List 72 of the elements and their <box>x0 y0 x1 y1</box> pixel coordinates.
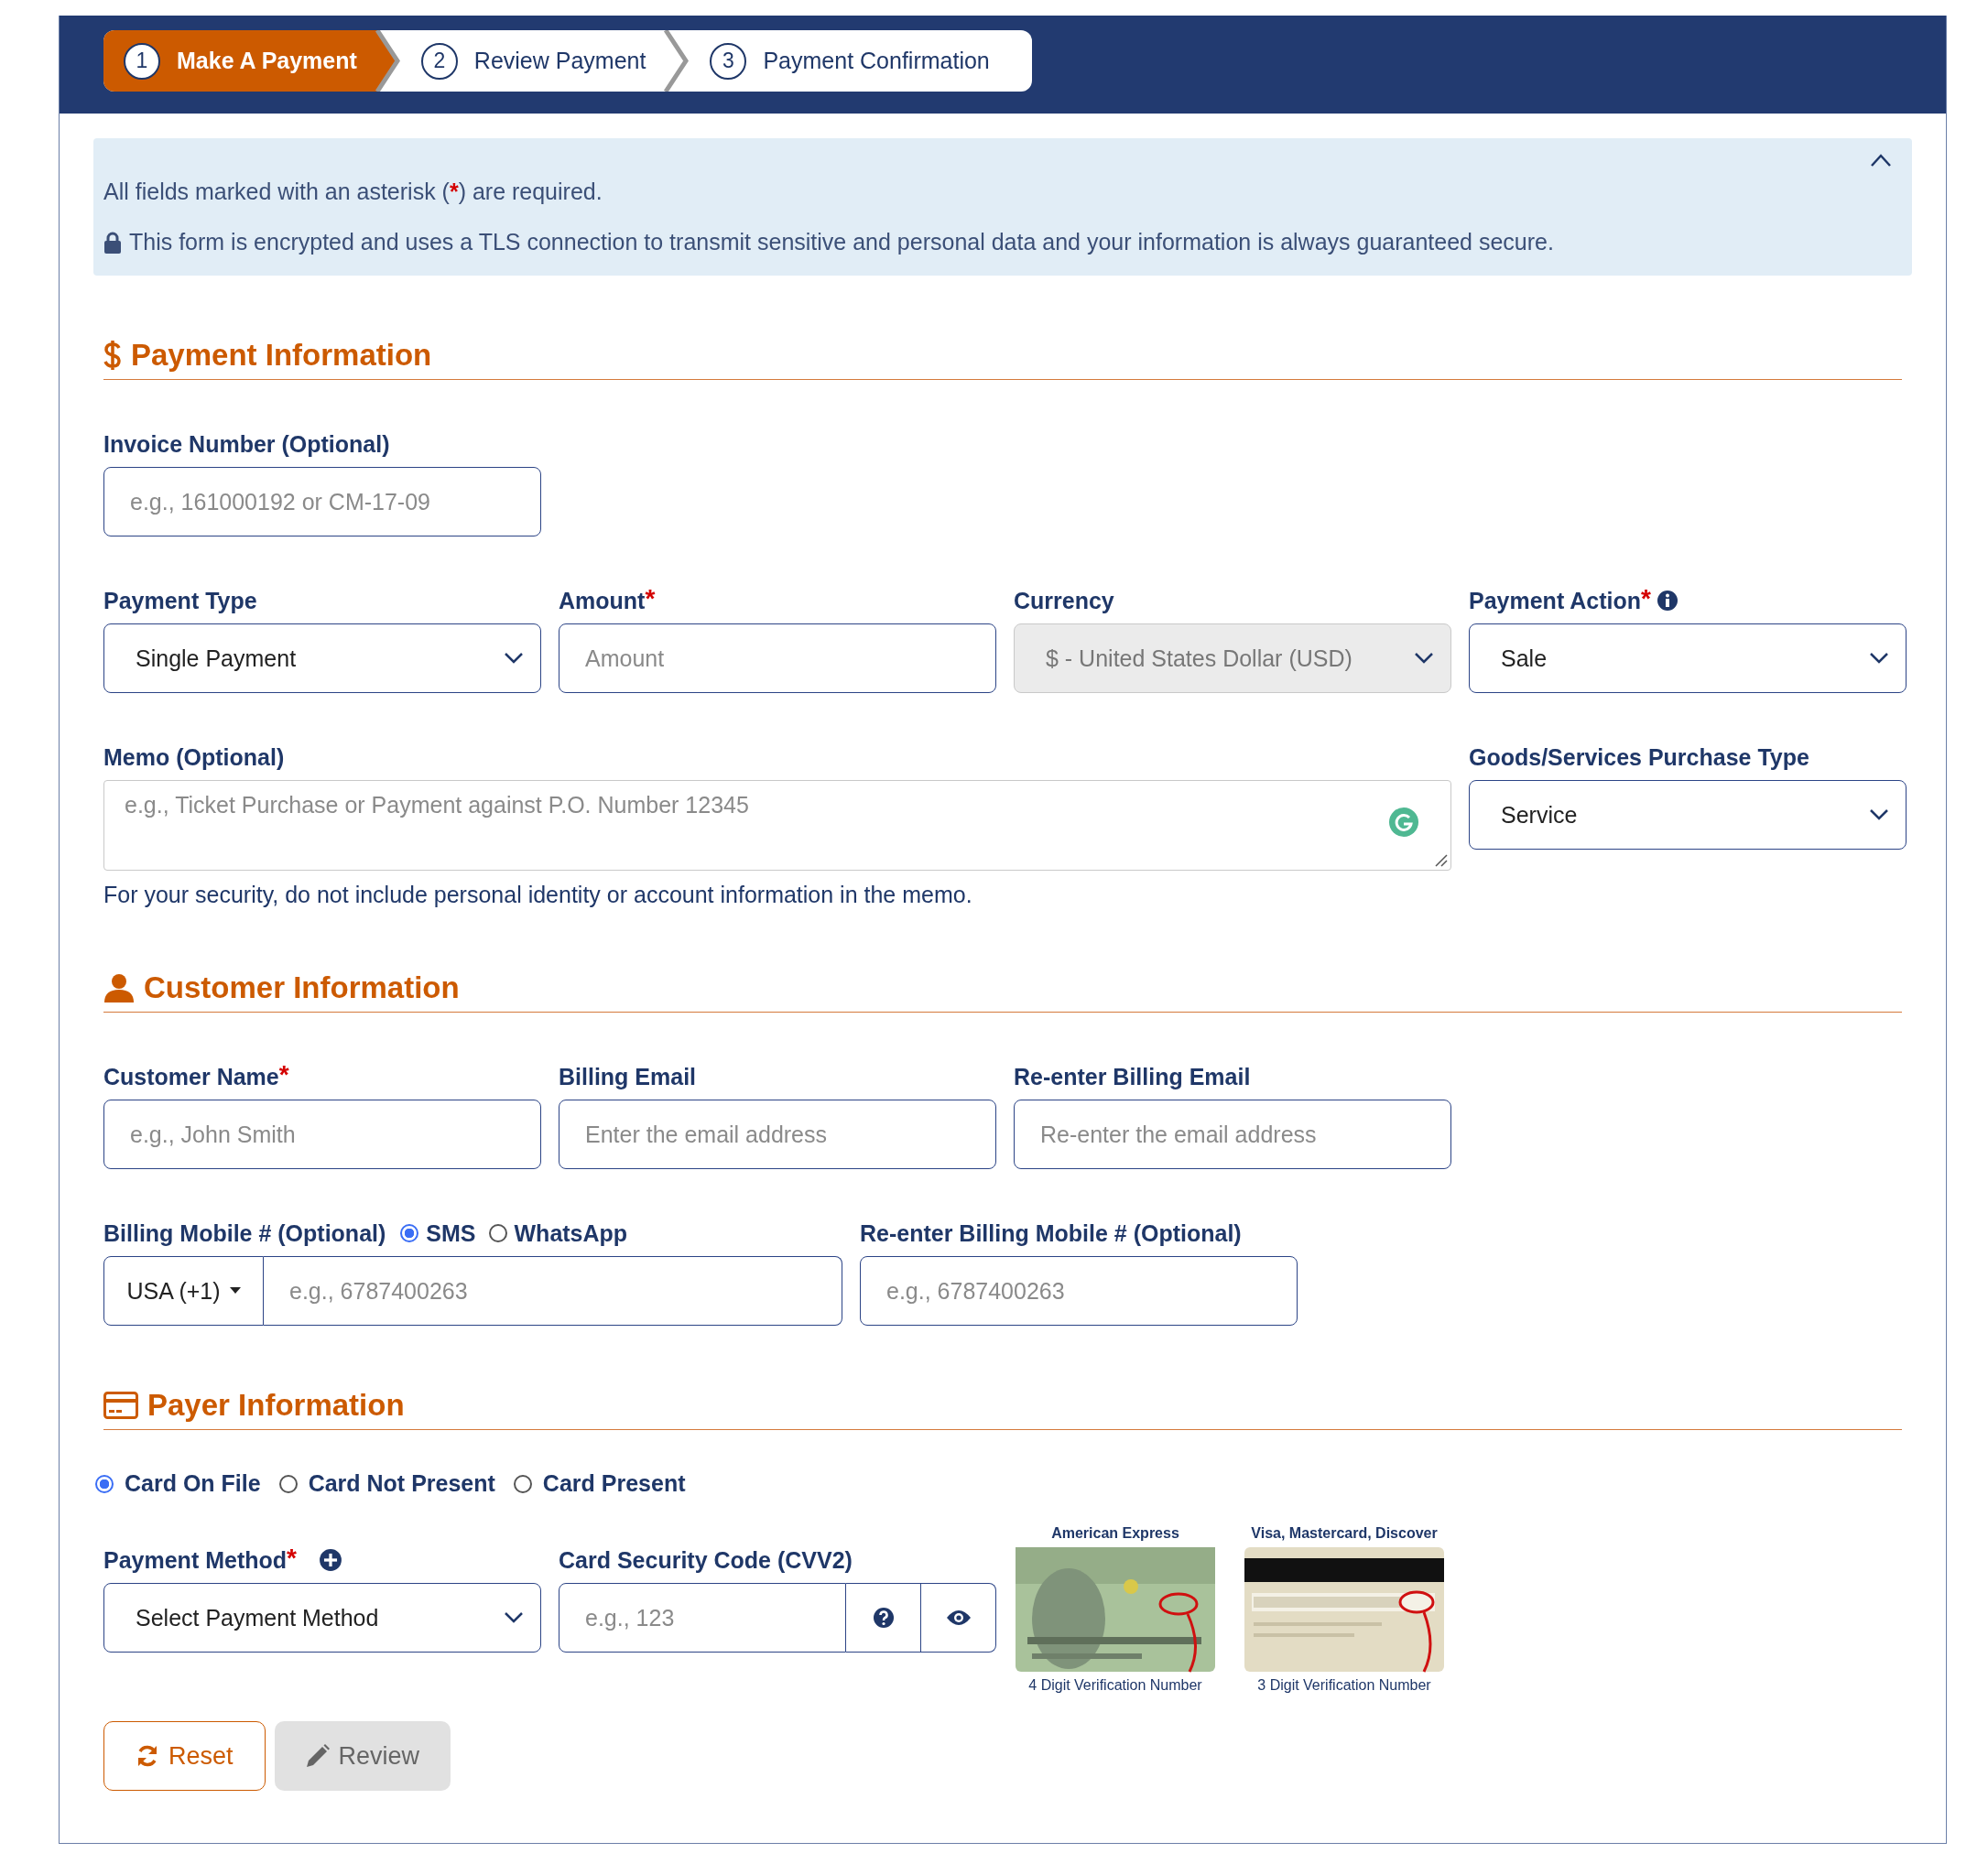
field-label: Payment Type <box>103 587 257 614</box>
lock-icon <box>103 231 122 254</box>
radio-option[interactable]: SMS <box>400 1219 476 1247</box>
required-note: All fields marked with an asterisk (*) are required. <box>103 179 603 205</box>
step-number: 1 <box>124 42 160 80</box>
chevron-down-icon <box>504 652 524 665</box>
help-icon <box>872 1607 895 1629</box>
card-caption: 4 Digit Verification Number <box>1028 1677 1202 1694</box>
field-label: Re-enter Billing Mobile # (Optional) <box>860 1219 1242 1247</box>
field-label: Billing Mobile # (Optional) <box>103 1219 386 1247</box>
step-separator <box>373 30 401 92</box>
required-asterisk: * <box>278 1062 289 1088</box>
text-field[interactable]: e.g., John Smith <box>103 1100 541 1169</box>
memo-hint: For your security, do not include personal identity or account information in the memo. <box>103 882 973 908</box>
credit-card-icon <box>103 1392 138 1419</box>
eye-icon <box>945 1609 972 1627</box>
add-icon[interactable] <box>318 1548 342 1572</box>
dropdown[interactable]: Select Payment Method <box>103 1583 541 1653</box>
cvv-field[interactable]: e.g., 123 <box>559 1583 846 1653</box>
chevron-up-icon[interactable] <box>1870 153 1892 168</box>
field-label: Payment Action <box>1469 587 1641 614</box>
field-label: Payment Method <box>103 1546 288 1574</box>
field-label: Memo (Optional) <box>103 743 285 771</box>
required-asterisk: * <box>1641 586 1651 612</box>
chevron-down-icon <box>1869 652 1889 665</box>
grammar-check-icon[interactable] <box>1388 807 1419 838</box>
pencil-icon <box>305 1744 330 1768</box>
chevron-down-icon <box>504 1611 524 1624</box>
info-icon[interactable] <box>1656 590 1678 612</box>
field-label: Billing Email <box>559 1063 697 1090</box>
text-field[interactable]: Re-enter the email address <box>1014 1100 1451 1169</box>
required-asterisk: * <box>645 586 656 612</box>
text-field[interactable]: Enter the email address <box>559 1100 996 1169</box>
chevron-down-icon <box>1414 652 1434 665</box>
card-title: American Express <box>1051 1525 1179 1542</box>
security-note: This form is encrypted and uses a TLS connection to transmit sensitive and personal data and your information is always guaranteed secure. <box>129 229 1554 255</box>
person-icon <box>103 973 135 1002</box>
refresh-icon <box>136 1744 159 1768</box>
field-label: Re-enter Billing Email <box>1014 1063 1251 1090</box>
section-heading: Payment Information <box>103 338 1902 380</box>
step-separator <box>662 30 690 92</box>
radio-option[interactable]: WhatsApp <box>488 1219 628 1247</box>
radio-option[interactable]: Card Not Present <box>278 1470 495 1497</box>
show-button[interactable] <box>921 1583 996 1653</box>
help-button[interactable] <box>846 1583 921 1653</box>
field-label: Customer Name <box>103 1063 279 1090</box>
radio-option[interactable]: Card On File <box>95 1470 261 1497</box>
phone-field[interactable]: e.g., 6787400263 <box>264 1256 842 1326</box>
field-label: Amount <box>559 587 646 614</box>
field-label: Currency <box>1014 587 1114 614</box>
step-number: 2 <box>420 42 458 80</box>
required-asterisk: * <box>287 1545 297 1571</box>
country-code-dropdown[interactable]: USA (+1) <box>103 1256 264 1326</box>
card-title: Visa, Mastercard, Discover <box>1251 1525 1438 1542</box>
field-label: Goods/Services Purchase Type <box>1469 743 1809 771</box>
radio-option[interactable]: Card Present <box>513 1470 686 1497</box>
section-heading: Payer Information <box>103 1388 1902 1430</box>
step-number: 3 <box>710 42 747 80</box>
text-field[interactable]: e.g., 161000192 or CM-17-09 <box>103 467 541 536</box>
dropdown[interactable]: Service <box>1469 780 1907 850</box>
card-caption: 3 Digit Verification Number <box>1257 1677 1431 1694</box>
field-label: Card Security Code (CVV2) <box>559 1546 853 1574</box>
field-label: Invoice Number (Optional) <box>103 430 390 458</box>
chevron-down-icon <box>1869 808 1889 821</box>
reset-button[interactable]: Reset <box>103 1721 266 1791</box>
section-heading: Customer Information <box>103 970 1902 1013</box>
text-field[interactable]: e.g., 6787400263 <box>860 1256 1298 1326</box>
dropdown[interactable]: Sale <box>1469 623 1907 693</box>
dollar-icon <box>103 341 122 370</box>
caret-icon <box>229 1287 241 1295</box>
text-field[interactable]: Amount <box>559 623 996 693</box>
dropdown[interactable]: Single Payment <box>103 623 541 693</box>
